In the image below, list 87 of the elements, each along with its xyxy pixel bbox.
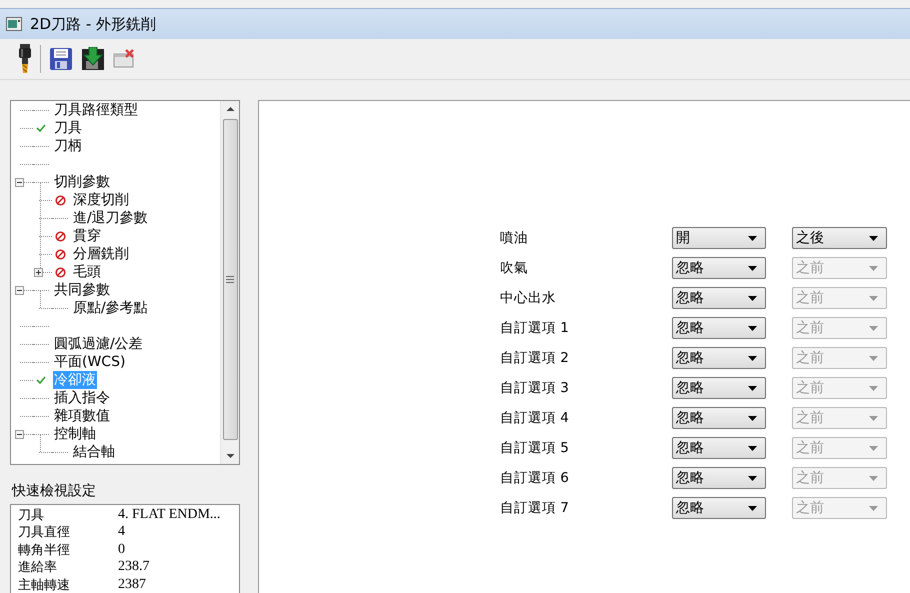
setting-value: 238.7 — [118, 559, 150, 575]
caret-icon — [869, 386, 878, 390]
collapse-icon[interactable] — [15, 178, 24, 186]
tree-item[interactable]: 進/退刀參數 — [72, 209, 149, 227]
window-title: 2D刀路 - 外形銑削 — [30, 14, 156, 34]
expand-icon[interactable] — [34, 268, 43, 276]
end-mill-icon[interactable] — [18, 44, 32, 74]
prohibited-icon — [54, 248, 66, 260]
scroll-thumb[interactable] — [222, 119, 238, 440]
caret-icon — [748, 446, 757, 450]
mode-dropdown[interactable]: 忽略 — [672, 407, 766, 429]
setting-name: 轉角半徑 — [18, 542, 71, 558]
option-label: 自訂選項 5 — [500, 439, 570, 457]
window-app-icon — [6, 17, 22, 31]
timing-dropdown[interactable]: 之後 — [792, 227, 887, 249]
mode-dropdown[interactable]: 忽略 — [672, 347, 766, 369]
mode-dropdown[interactable]: 忽略 — [672, 497, 766, 519]
setting-name: 主軸轉速 — [18, 576, 71, 593]
tree-item[interactable]: 控制軸 — [53, 425, 97, 443]
prohibited-icon — [54, 266, 66, 278]
tree-item[interactable]: 共同參數 — [53, 281, 111, 299]
option-label: 吹氣 — [500, 259, 529, 277]
caret-icon — [869, 236, 878, 240]
option-label: 自訂選項 3 — [500, 379, 570, 397]
caret-icon — [869, 446, 878, 450]
mode-dropdown[interactable]: 忽略 — [672, 317, 766, 339]
tree-item[interactable]: 圓弧過濾/公差 — [53, 335, 144, 353]
setting-value: 4 — [118, 524, 126, 540]
close-window-icon[interactable] — [113, 49, 135, 69]
caret-icon — [748, 476, 757, 480]
tree-item[interactable]: 刀柄 — [53, 137, 83, 155]
caret-icon — [869, 416, 878, 420]
tree-item[interactable]: 貫穿 — [72, 227, 102, 245]
caret-icon — [869, 296, 878, 300]
mode-dropdown[interactable]: 忽略 — [672, 467, 766, 489]
caret-icon — [869, 356, 878, 360]
setting-value: 2387 — [118, 576, 147, 592]
mode-dropdown[interactable]: 忽略 — [672, 257, 766, 279]
setting-name: 刀具 — [18, 506, 45, 524]
tree-item[interactable]: 結合軸 — [72, 443, 116, 461]
tree-item[interactable]: 毛頭 — [72, 263, 102, 281]
caret-icon — [869, 326, 878, 330]
tree-item[interactable]: 分層銑削 — [72, 245, 130, 263]
option-label: 自訂選項 1 — [500, 319, 570, 337]
collapse-icon[interactable] — [15, 286, 24, 294]
option-label: 自訂選項 6 — [500, 469, 570, 487]
setting-name: 進給率 — [18, 559, 58, 576]
tree-item[interactable]: 刀具 — [53, 119, 83, 137]
mode-dropdown[interactable]: 開 — [672, 227, 766, 249]
setting-name: 刀具直徑 — [18, 524, 71, 541]
check-icon — [36, 376, 46, 384]
tree-item[interactable]: 切削參數 — [53, 173, 111, 191]
mode-dropdown[interactable]: 忽略 — [672, 377, 766, 399]
save-icon[interactable] — [49, 47, 73, 71]
setting-value: 0 — [118, 542, 126, 558]
quick-view-title: 快速檢視設定 — [12, 482, 97, 500]
option-label: 噴油 — [500, 229, 529, 247]
caret-icon — [869, 476, 878, 480]
tree-item[interactable]: 插入指令 — [53, 389, 111, 407]
caret-icon — [869, 266, 878, 270]
option-label: 自訂選項 7 — [500, 499, 570, 517]
tree-item[interactable]: 平面(WCS) — [53, 353, 126, 371]
caret-icon — [748, 356, 757, 360]
collapse-icon[interactable] — [15, 430, 24, 438]
caret-icon — [869, 506, 878, 510]
tree-item[interactable]: 原點/參考點 — [72, 299, 149, 317]
caret-icon — [748, 506, 757, 510]
caret-icon — [748, 326, 757, 330]
caret-icon — [748, 236, 757, 240]
tree-item[interactable]: 刀具路徑類型 — [53, 101, 139, 119]
prohibited-icon — [54, 194, 66, 206]
mode-dropdown[interactable]: 忽略 — [672, 437, 766, 459]
tree-item[interactable]: 雜項數值 — [53, 407, 111, 425]
grip-icon — [226, 276, 234, 283]
tree-item[interactable]: 深度切削 — [72, 191, 130, 209]
option-label: 中心出水 — [500, 289, 557, 307]
option-label: 自訂選項 4 — [500, 409, 570, 427]
option-label: 自訂選項 2 — [500, 349, 570, 367]
prohibited-icon — [54, 230, 66, 242]
caret-icon — [748, 266, 757, 270]
mode-dropdown[interactable]: 忽略 — [672, 287, 766, 309]
caret-icon — [748, 296, 757, 300]
caret-icon — [748, 386, 757, 390]
setting-value: 4. FLAT ENDM... — [118, 506, 222, 522]
caret-icon — [748, 416, 757, 420]
scrollbar[interactable] — [220, 101, 239, 464]
check-icon — [36, 124, 46, 132]
